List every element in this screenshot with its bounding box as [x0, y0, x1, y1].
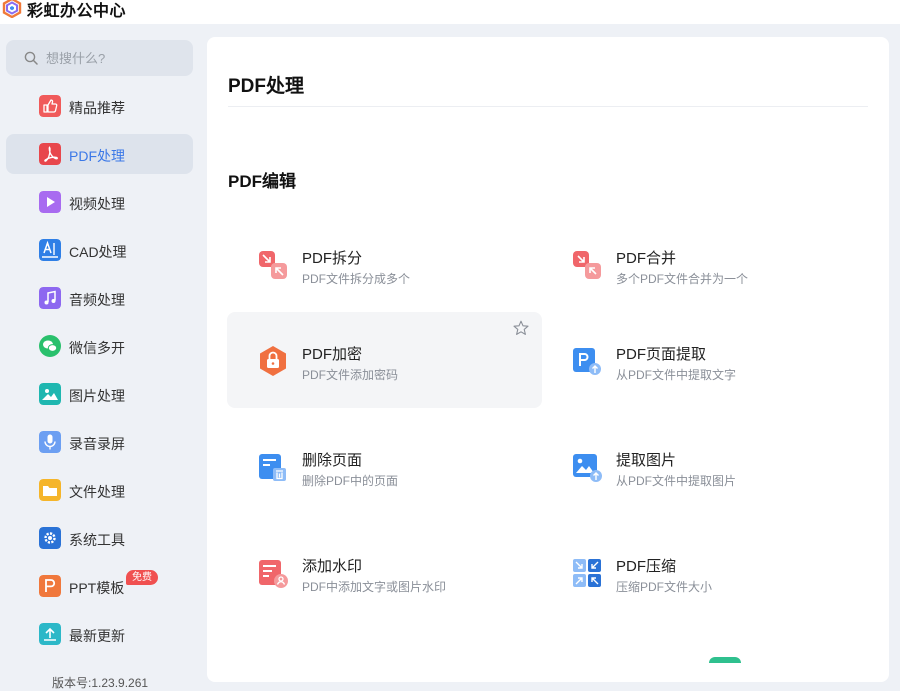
- tool-card-pdf-merge[interactable]: PDF合并 多个PDF文件合并为一个: [541, 216, 856, 312]
- app-title: 彩虹办公中心: [27, 3, 127, 20]
- pdf-merge-icon: [573, 251, 601, 279]
- sidebar-item-recommended[interactable]: 精品推荐: [6, 86, 193, 126]
- tool-card-extract-images[interactable]: 提取图片 从PDF文件中提取图片: [541, 418, 856, 514]
- tool-title: PDF页面提取: [616, 346, 707, 363]
- sidebar-item-label: 视频处理: [69, 196, 125, 212]
- cad-icon: [39, 239, 61, 261]
- tool-description: 从PDF文件中提取文字: [616, 368, 737, 382]
- partial-section-icon: [709, 657, 741, 663]
- search-icon: [24, 51, 38, 65]
- extract-image-icon: [573, 454, 602, 482]
- tool-description: PDF中添加文字或图片水印: [302, 580, 447, 594]
- sidebar-item-system-tools[interactable]: 系统工具: [6, 518, 193, 558]
- sidebar-item-label: 音频处理: [69, 292, 125, 308]
- tool-title: PDF合并: [616, 250, 677, 267]
- star-favorite-icon[interactable]: [513, 320, 529, 336]
- folder-icon: [39, 479, 61, 501]
- tool-description: PDF文件拆分成多个: [302, 272, 411, 286]
- wechat-icon: [39, 335, 61, 357]
- video-play-icon: [39, 191, 61, 213]
- rainbow-logo-icon: [2, 0, 22, 18]
- tool-card-pdf-page-extract[interactable]: PDF页面提取 从PDF文件中提取文字: [541, 312, 856, 408]
- ppt-icon: [39, 575, 61, 597]
- sidebar: 精品推荐 PDF处理 视频处理 CAD处理 音频处理: [0, 24, 200, 690]
- sidebar-item-cad[interactable]: CAD处理: [6, 230, 193, 270]
- sidebar-item-wechat[interactable]: 微信多开: [6, 326, 193, 366]
- pdf-icon: [39, 143, 61, 165]
- sidebar-item-ppt-templates[interactable]: PPT模板 免费: [6, 566, 193, 606]
- tool-description: 删除PDF中的页面: [302, 474, 399, 488]
- tool-description: 从PDF文件中提取图片: [616, 474, 737, 488]
- sidebar-item-image[interactable]: 图片处理: [6, 374, 193, 414]
- tool-card-pdf-split[interactable]: PDF拆分 PDF文件拆分成多个: [227, 216, 542, 312]
- title-bar: 彩虹办公中心: [0, 0, 900, 24]
- delete-page-icon: [259, 454, 286, 481]
- tool-card-delete-page[interactable]: 删除页面 删除PDF中的页面: [227, 418, 542, 514]
- tool-title: 添加水印: [302, 558, 363, 575]
- sidebar-item-label: 最新更新: [69, 628, 125, 644]
- pdf-lock-icon: [260, 346, 286, 376]
- tool-card-add-watermark[interactable]: 添加水印 PDF中添加文字或图片水印: [227, 524, 542, 620]
- gear-icon: [39, 527, 61, 549]
- sidebar-item-label: 微信多开: [69, 340, 125, 356]
- sidebar-item-label: 录音录屏: [69, 436, 125, 452]
- sidebar-item-pdf[interactable]: PDF处理: [6, 134, 193, 174]
- pdf-compress-icon: [573, 559, 601, 587]
- pdf-page-extract-icon: [573, 348, 601, 375]
- free-badge: 免费: [126, 570, 158, 585]
- sidebar-item-label: PPT模板: [69, 580, 125, 596]
- tool-description: 压缩PDF文件大小: [616, 580, 713, 594]
- tool-card-pdf-compress[interactable]: PDF压缩 压缩PDF文件大小: [541, 524, 856, 620]
- sidebar-item-recording[interactable]: 录音录屏: [6, 422, 193, 462]
- sidebar-item-label: 文件处理: [69, 484, 125, 500]
- sidebar-item-video[interactable]: 视频处理: [6, 182, 193, 222]
- tool-description: 多个PDF文件合并为一个: [616, 272, 749, 286]
- watermark-icon: [259, 560, 288, 588]
- version-label: 版本号:1.23.9.261: [52, 676, 149, 690]
- page-title: PDF处理: [228, 76, 305, 97]
- tool-title: PDF压缩: [616, 558, 677, 575]
- divider: [228, 106, 868, 107]
- pdf-split-icon: [259, 251, 287, 279]
- tool-card-pdf-encrypt[interactable]: PDF加密 PDF文件添加密码: [227, 312, 542, 408]
- sidebar-item-label: 精品推荐: [69, 100, 125, 116]
- sidebar-item-audio[interactable]: 音频处理: [6, 278, 193, 318]
- upload-icon: [39, 623, 61, 645]
- search-box[interactable]: [6, 40, 193, 76]
- sidebar-item-files[interactable]: 文件处理: [6, 470, 193, 510]
- image-icon: [39, 383, 61, 405]
- tool-description: PDF文件添加密码: [302, 368, 399, 382]
- thumbs-up-icon: [39, 95, 61, 117]
- sidebar-item-latest-updates[interactable]: 最新更新: [6, 614, 193, 654]
- tool-title: 删除页面: [302, 452, 363, 469]
- search-input[interactable]: [46, 49, 186, 67]
- microphone-icon: [39, 431, 61, 453]
- tool-title: PDF加密: [302, 346, 363, 363]
- sidebar-item-label: 图片处理: [69, 388, 125, 404]
- main-panel: PDF处理 PDF编辑 PDF拆分 PDF文件拆分成多个 PDF合并 多个PDF…: [207, 37, 889, 682]
- sidebar-item-label: 系统工具: [69, 532, 125, 548]
- tool-title: PDF拆分: [302, 250, 363, 267]
- tool-title: 提取图片: [616, 452, 677, 469]
- sidebar-item-label: CAD处理: [69, 244, 127, 260]
- section-title: PDF编辑: [228, 172, 296, 191]
- music-note-icon: [39, 287, 61, 309]
- sidebar-item-label: PDF处理: [69, 148, 125, 164]
